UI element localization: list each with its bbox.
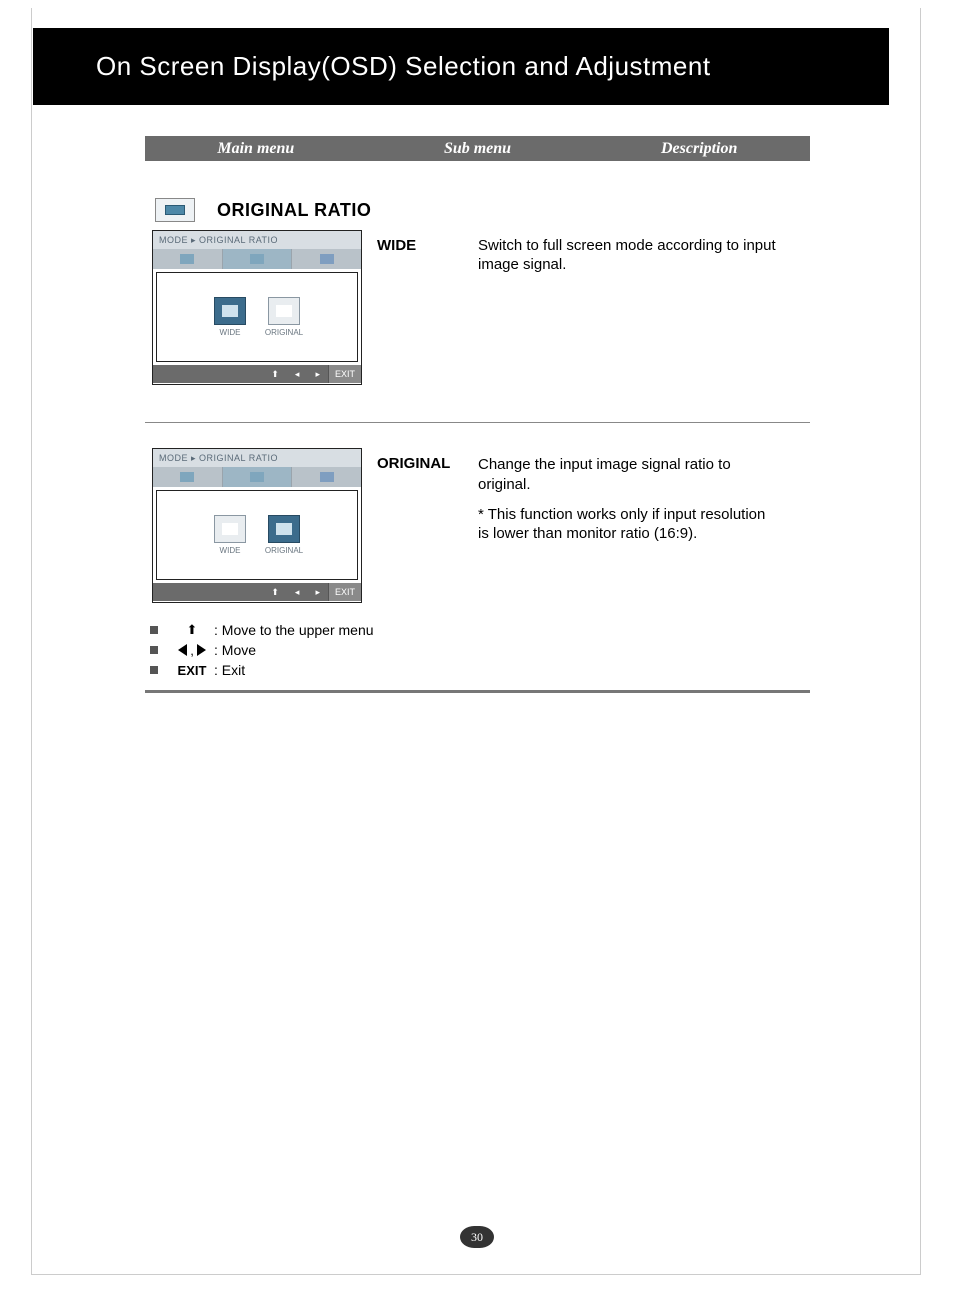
legend-exit-text: : Exit [214, 662, 245, 678]
comma: , [190, 643, 194, 658]
ratio-icon [155, 198, 195, 222]
bullet-icon [150, 666, 158, 674]
osd-footer: ⬆ ◂ ▸ EXIT [153, 365, 361, 383]
bullet-icon [150, 646, 158, 654]
osd-right-icon: ▸ [307, 369, 328, 380]
bullet-icon [150, 626, 158, 634]
title-bar: On Screen Display(OSD) Selection and Adj… [33, 28, 889, 105]
osd-left-icon: ◂ [287, 369, 308, 380]
description-original-text: Change the input image signal ratio to o… [478, 455, 780, 495]
osd-option-wide-label: WIDE [210, 328, 250, 337]
osd-tab-3 [292, 467, 361, 487]
osd-tab-2-selected [223, 249, 293, 269]
wide-icon [214, 515, 246, 543]
legend-row-move: , : Move [150, 640, 374, 660]
submenu-wide: WIDE [377, 237, 416, 254]
wide-icon [214, 297, 246, 325]
row-divider [145, 422, 810, 423]
page: On Screen Display(OSD) Selection and Adj… [0, 0, 954, 1305]
osd-tab-2-selected [223, 467, 293, 487]
osd-body: WIDE ORIGINAL [156, 272, 358, 362]
page-number: 30 [460, 1226, 494, 1248]
col-main-menu: Main menu [145, 140, 367, 158]
osd-up-icon: ⬆ [263, 369, 287, 380]
osd-exit-button: EXIT [328, 583, 361, 601]
osd-preview-wide: MODE ▸ ORIGINAL RATIO WIDE ORIGINAL ⬆ ◂ … [152, 230, 362, 385]
osd-tab-1 [153, 467, 223, 487]
col-sub-menu: Sub menu [367, 140, 589, 158]
left-right-arrow-icon: , [170, 643, 214, 658]
up-arrow-icon [170, 622, 214, 638]
osd-tabrow [153, 249, 361, 269]
osd-preview-original: MODE ▸ ORIGINAL RATIO WIDE ORIGINAL ⬆ ◂ … [152, 448, 362, 603]
legend: : Move to the upper menu , : Move EXIT :… [150, 620, 374, 680]
osd-option-original-label: ORIGINAL [264, 546, 304, 555]
osd-option-wide-label: WIDE [210, 546, 250, 555]
osd-up-icon: ⬆ [263, 587, 287, 598]
legend-exit-label: EXIT [170, 663, 214, 678]
osd-footer: ⬆ ◂ ▸ EXIT [153, 583, 361, 601]
osd-option-wide-selected: WIDE [210, 297, 250, 337]
legend-row-up: : Move to the upper menu [150, 620, 374, 640]
osd-right-icon: ▸ [307, 587, 328, 598]
osd-exit-button: EXIT [328, 365, 361, 383]
original-icon [268, 515, 300, 543]
osd-breadcrumb: MODE ▸ ORIGINAL RATIO [153, 231, 361, 249]
osd-option-original-selected: ORIGINAL [264, 515, 304, 555]
triangle-left-icon [178, 644, 187, 656]
legend-up-text: : Move to the upper menu [214, 622, 374, 638]
osd-tabrow [153, 467, 361, 487]
submenu-original: ORIGINAL [377, 455, 450, 472]
triangle-right-icon [197, 644, 206, 656]
section-header: ORIGINAL RATIO [155, 198, 371, 222]
column-headers: Main menu Sub menu Description [145, 136, 810, 161]
legend-move-text: : Move [214, 642, 256, 658]
section-title: ORIGINAL RATIO [217, 200, 371, 221]
description-original-note: * This function works only if input reso… [478, 505, 780, 545]
osd-left-icon: ◂ [287, 587, 308, 598]
osd-option-original: ORIGINAL [264, 297, 304, 337]
osd-tab-3 [292, 249, 361, 269]
osd-option-wide: WIDE [210, 515, 250, 555]
description-original: Change the input image signal ratio to o… [478, 455, 780, 544]
col-description: Description [588, 140, 810, 158]
osd-option-original-label: ORIGINAL [264, 328, 304, 337]
description-wide: Switch to full screen mode according to … [478, 237, 780, 275]
osd-tab-1 [153, 249, 223, 269]
original-icon [268, 297, 300, 325]
page-title: On Screen Display(OSD) Selection and Adj… [33, 51, 711, 82]
osd-breadcrumb: MODE ▸ ORIGINAL RATIO [153, 449, 361, 467]
section-end-divider [145, 690, 810, 693]
osd-body: WIDE ORIGINAL [156, 490, 358, 580]
legend-row-exit: EXIT : Exit [150, 660, 374, 680]
